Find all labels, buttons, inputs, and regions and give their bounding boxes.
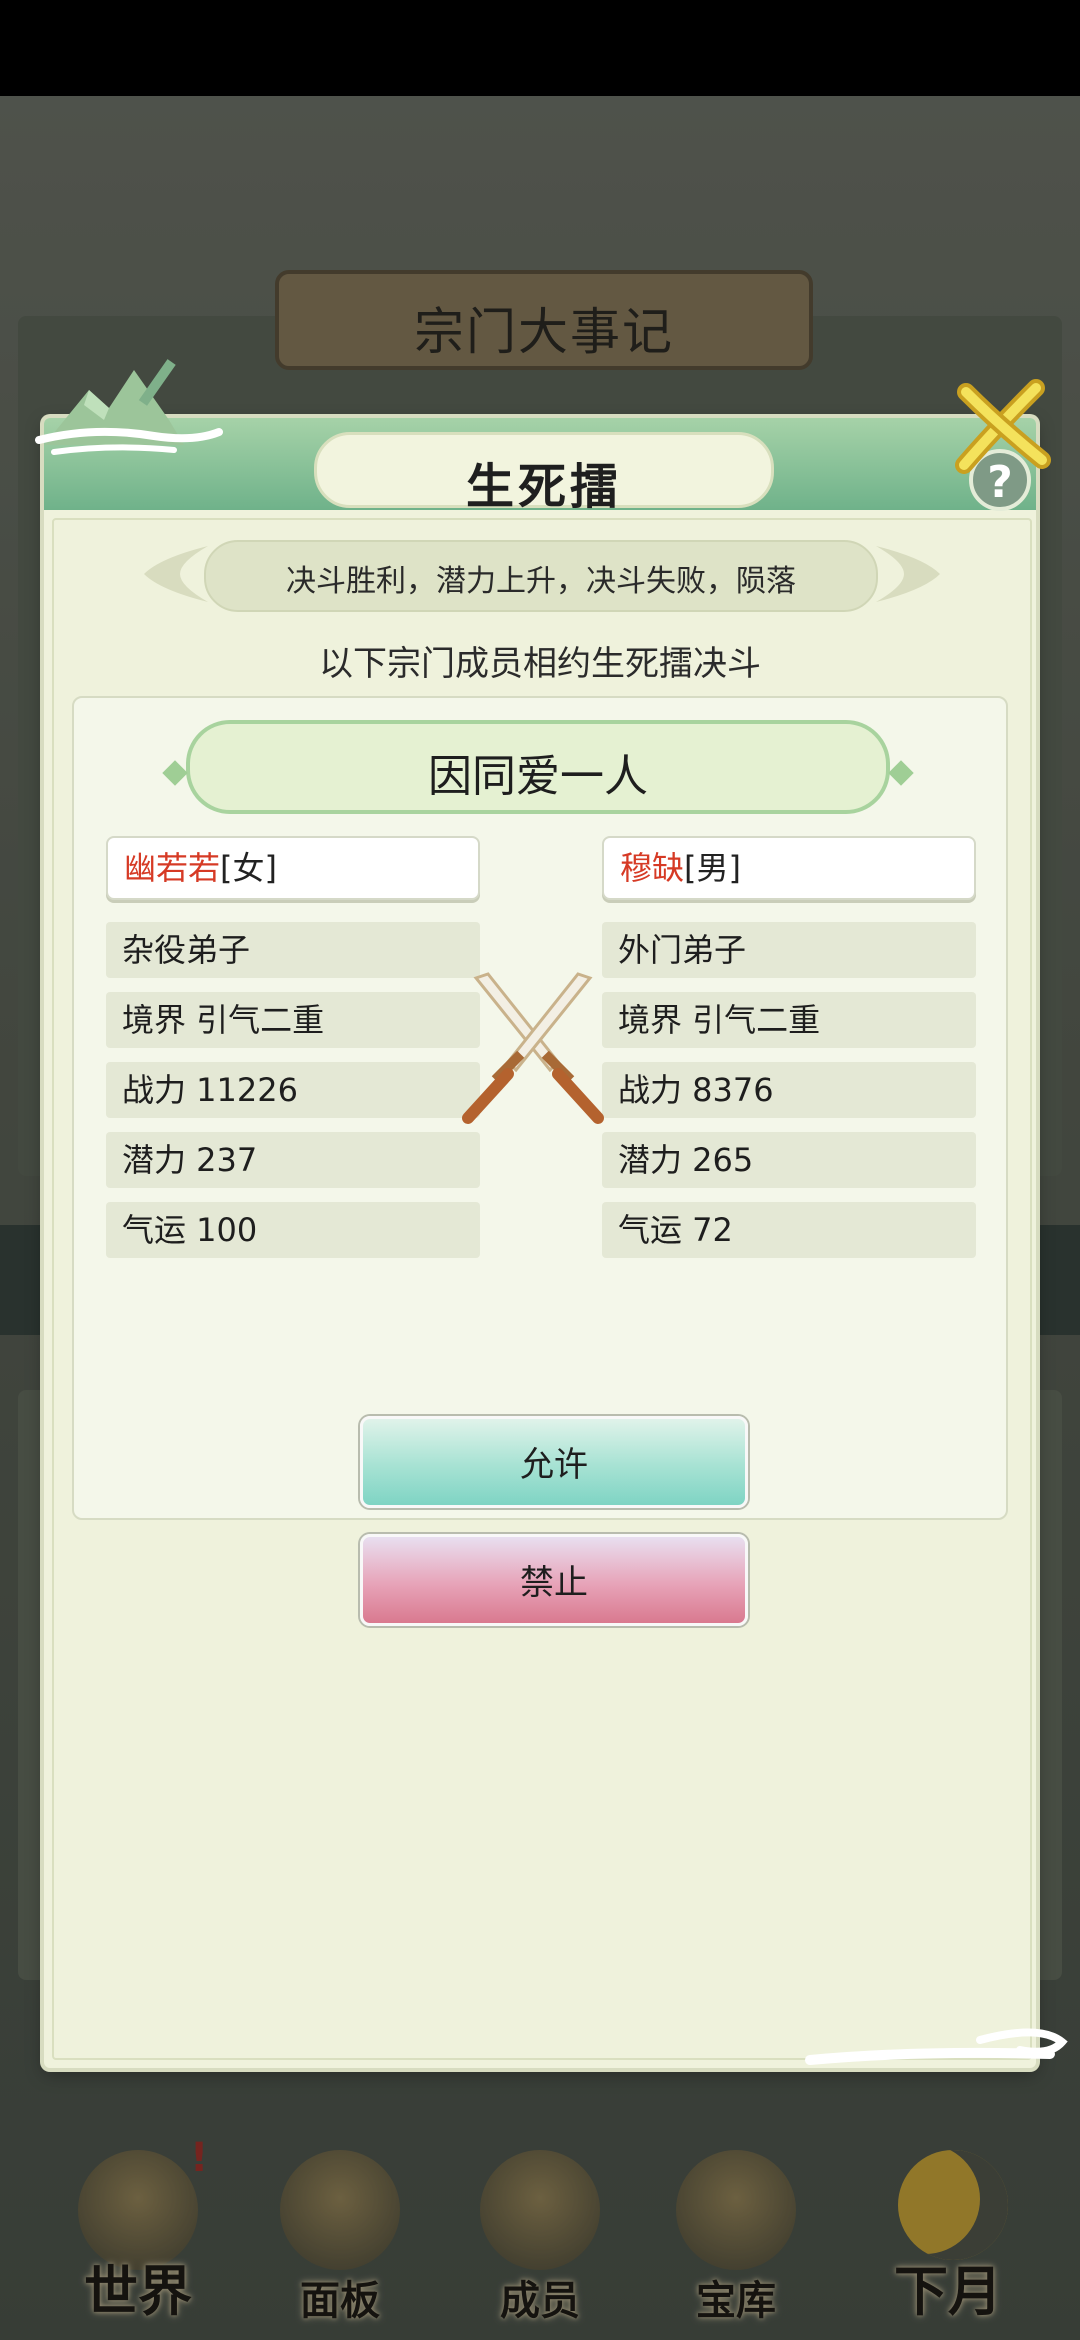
left-duelist-name: 幽若若	[124, 849, 221, 887]
right-duelist: 穆缺[男] 外门弟子 境界 引气二重 战力 8376 潜力 265 气运 72	[602, 836, 976, 1258]
right-duelist-potential: 潜力 265	[602, 1132, 976, 1188]
left-duelist-power: 战力 11226	[106, 1062, 480, 1118]
dialog-title-pill: 生死擂 ?	[314, 432, 1031, 515]
crossed-swords-icon	[462, 972, 604, 1124]
right-duelist-gender: [男]	[684, 849, 741, 887]
duel-card: 因同爱一人 幽若若[女] 杂役弟子 境界 引气二重 战力 11226 潜力 23…	[72, 696, 1008, 1520]
left-wing-ornament-icon	[144, 546, 208, 602]
right-duelist-name-box[interactable]: 穆缺[男]	[602, 836, 976, 900]
right-duelist-luck: 气运 72	[602, 1202, 976, 1258]
duel-dialog: 生死擂 ? 决斗胜利，潜力上升，决斗失败，陨落 以下宗门成员相约生死擂决斗 因同…	[35, 359, 1051, 2068]
right-duelist-name: 穆缺	[620, 849, 685, 887]
allow-button[interactable]: 允许	[360, 1416, 748, 1508]
close-icon[interactable]	[944, 370, 1054, 480]
rule-banner: 决斗胜利，潜力上升，决斗失败，陨落	[204, 540, 878, 612]
left-duelist-luck: 气运 100	[106, 1202, 480, 1258]
right-wing-ornament-icon	[876, 546, 940, 602]
duel-reason-banner: 因同爱一人	[162, 720, 914, 814]
right-duelist-rank: 外门弟子	[602, 922, 976, 978]
left-duelist-potential: 潜力 237	[106, 1132, 480, 1188]
left-duelist-rank: 杂役弟子	[106, 922, 480, 978]
diamond-ornament-icon	[888, 760, 914, 786]
right-duelist-power: 战力 8376	[602, 1062, 976, 1118]
right-duelist-realm: 境界 引气二重	[602, 992, 976, 1048]
dialog-subtitle: 以下宗门成员相约生死擂决斗	[319, 644, 761, 684]
status-bar	[0, 0, 1080, 96]
mountain-decoration-icon	[35, 359, 223, 455]
cloud-scroll-decoration-icon	[805, 2028, 1068, 2065]
left-duelist-gender: [女]	[220, 849, 277, 887]
dialog-title: 生死擂	[465, 459, 622, 515]
left-duelist-name-box[interactable]: 幽若若[女]	[106, 836, 480, 900]
left-duelist-realm: 境界 引气二重	[106, 992, 480, 1048]
forbid-button[interactable]: 禁止	[360, 1534, 748, 1626]
duel-reason: 因同爱一人	[428, 751, 648, 802]
left-duelist: 幽若若[女] 杂役弟子 境界 引气二重 战力 11226 潜力 237 气运 1…	[106, 836, 480, 1258]
diamond-ornament-icon	[162, 760, 188, 786]
rule-text: 决斗胜利，潜力上升，决斗失败，陨落	[286, 564, 796, 599]
